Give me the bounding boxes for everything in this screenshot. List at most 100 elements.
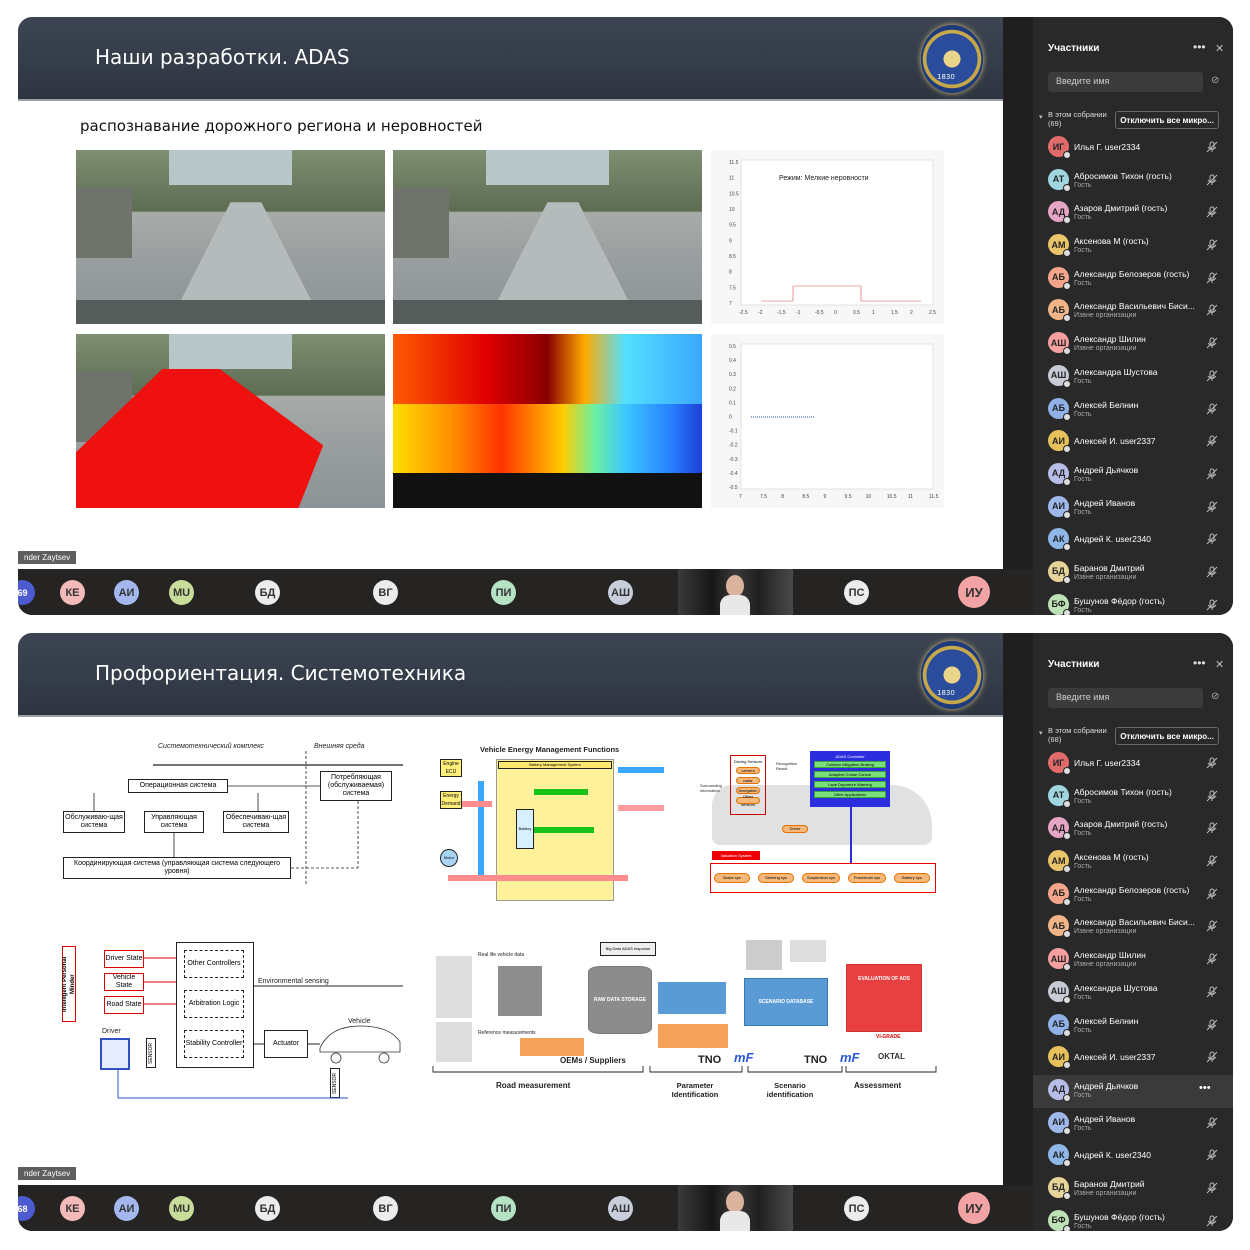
mic-off-icon[interactable] — [1205, 140, 1219, 154]
bar-avatar[interactable]: АИ — [114, 1196, 139, 1221]
share-link-icon[interactable]: ⊘ — [1211, 691, 1219, 702]
bar-avatar[interactable]: ПИ — [491, 580, 516, 605]
participant-item[interactable]: БД Баранов Дмитрий Извне организации — [1033, 1173, 1233, 1206]
mic-off-icon[interactable] — [1205, 173, 1219, 187]
mic-off-icon[interactable] — [1205, 532, 1219, 546]
participant-item[interactable]: АТ Абросимов Тихон (гость) Гость — [1033, 781, 1233, 814]
bar-avatar[interactable]: MU — [169, 580, 194, 605]
participant-item[interactable]: АИ Андрей Иванов Гость — [1033, 1108, 1233, 1141]
participant-item[interactable]: АБ Александр Белозеров (гость) Гость — [1033, 879, 1233, 912]
participant-item[interactable]: АК Андрей К. user2340 — [1033, 524, 1233, 557]
participant-item[interactable]: АБ Алексей Белнин Гость — [1033, 394, 1233, 427]
in-meeting-label[interactable]: В этом собрании (69) — [1048, 110, 1107, 128]
participant-item[interactable]: АБ Александр Белозеров (гость) Гость — [1033, 263, 1233, 296]
more-options-icon[interactable]: ••• — [1193, 656, 1206, 670]
participant-item[interactable]: АТ Абросимов Тихон (гость) Гость — [1033, 165, 1233, 198]
mic-off-icon[interactable] — [1205, 789, 1219, 803]
participant-video[interactable] — [678, 1185, 793, 1231]
avatar: АИ — [1048, 430, 1071, 454]
participant-video[interactable] — [678, 569, 793, 615]
mic-off-icon[interactable] — [1205, 271, 1219, 285]
bar-avatar[interactable]: КЕ — [60, 1196, 85, 1221]
bar-avatar[interactable]: АШ — [608, 1196, 633, 1221]
mute-all-button[interactable]: Отключить все микро... — [1115, 727, 1219, 745]
x-tick-label: 7.5 — [760, 494, 767, 500]
mic-off-icon[interactable] — [1205, 1148, 1219, 1162]
mic-off-icon[interactable] — [1205, 985, 1219, 999]
mic-off-icon[interactable] — [1205, 467, 1219, 481]
bar-avatar[interactable]: АШ — [608, 580, 633, 605]
mic-off-icon[interactable] — [1205, 887, 1219, 901]
participant-item[interactable]: БФ Бушунов Фёдор (гость) Гость — [1033, 590, 1233, 615]
chevron-down-icon[interactable]: ▾ — [1039, 729, 1043, 737]
participant-item[interactable]: ИГ Илья Г. user2334 — [1033, 748, 1233, 781]
bar-avatar[interactable]: ИУ — [958, 576, 990, 608]
chevron-down-icon[interactable]: ▾ — [1039, 113, 1043, 121]
mic-off-icon[interactable] — [1205, 919, 1219, 933]
participant-item[interactable]: АМ Аксенова М (гость) Гость — [1033, 846, 1233, 879]
participant-count-avatar[interactable]: 69 — [18, 580, 35, 605]
avatar: АБ — [1048, 882, 1071, 906]
bar-avatar[interactable]: ПС — [844, 580, 869, 605]
more-options-icon[interactable]: ••• — [1199, 1082, 1211, 1094]
bar-avatar[interactable]: ВГ — [373, 1196, 398, 1221]
bar-avatar[interactable]: БД — [255, 1196, 280, 1221]
participant-item[interactable]: БФ Бушунов Фёдор (гость) Гость — [1033, 1206, 1233, 1231]
mic-off-icon[interactable] — [1205, 1181, 1219, 1195]
participant-item[interactable]: АК Андрей К. user2340 — [1033, 1140, 1233, 1173]
mic-off-icon[interactable] — [1205, 369, 1219, 383]
participant-count-avatar[interactable]: 68 — [18, 1196, 35, 1221]
participant-item[interactable]: АД Азаров Дмитрий (гость) Гость — [1033, 813, 1233, 846]
in-meeting-label[interactable]: В этом собрании (68) — [1048, 726, 1107, 744]
bar-avatar[interactable]: ВГ — [373, 580, 398, 605]
mic-off-icon[interactable] — [1205, 238, 1219, 252]
participant-item[interactable]: АШ Александра Шустова Гость — [1033, 361, 1233, 394]
participant-item[interactable]: АД Андрей Дьячков Гость ••• — [1033, 1074, 1233, 1108]
mic-off-icon[interactable] — [1205, 500, 1219, 514]
bar-avatar[interactable]: ИУ — [958, 1192, 990, 1224]
mic-off-icon[interactable] — [1205, 336, 1219, 350]
participant-item[interactable]: ИГ Илья Г. user2334 — [1033, 132, 1233, 165]
participant-item[interactable]: АШ Александра Шустова Гость — [1033, 977, 1233, 1010]
participant-item[interactable]: АШ Александр Шилин Извне организации — [1033, 944, 1233, 977]
mic-off-icon[interactable] — [1205, 952, 1219, 966]
participant-item[interactable]: АШ Александр Шилин Извне организации — [1033, 328, 1233, 361]
participant-item[interactable]: АИ Андрей Иванов Гость — [1033, 492, 1233, 525]
bar-avatar[interactable]: АИ — [114, 580, 139, 605]
mic-off-icon[interactable] — [1205, 854, 1219, 868]
close-icon[interactable]: ✕ — [1215, 658, 1224, 671]
participant-item[interactable]: АД Андрей Дьячков Гость — [1033, 459, 1233, 492]
mic-off-icon[interactable] — [1205, 565, 1219, 579]
bar-avatar[interactable]: КЕ — [60, 580, 85, 605]
participant-item[interactable]: АМ Аксенова М (гость) Гость — [1033, 230, 1233, 263]
mic-off-icon[interactable] — [1205, 434, 1219, 448]
bar-avatar[interactable]: ПС — [844, 1196, 869, 1221]
mic-off-icon[interactable] — [1205, 205, 1219, 219]
participant-item[interactable]: АБ Алексей Белнин Гость — [1033, 1010, 1233, 1043]
bar-avatar[interactable]: БД — [255, 580, 280, 605]
share-link-icon[interactable]: ⊘ — [1211, 75, 1219, 86]
mic-off-icon[interactable] — [1205, 402, 1219, 416]
mic-off-icon[interactable] — [1205, 1214, 1219, 1228]
participant-item[interactable]: АБ Александр Васильевич Биси... Извне орга… — [1033, 295, 1233, 328]
more-options-icon[interactable]: ••• — [1193, 40, 1206, 54]
participant-item[interactable]: АД Азаров Дмитрий (гость) Гость — [1033, 197, 1233, 230]
mic-off-icon[interactable] — [1205, 821, 1219, 835]
participant-item[interactable]: АИ Алексей И. user2337 — [1033, 426, 1233, 459]
mic-off-icon[interactable] — [1205, 756, 1219, 770]
mute-all-button[interactable]: Отключить все микро... — [1115, 111, 1219, 129]
mic-off-icon[interactable] — [1205, 598, 1219, 612]
bar-avatar[interactable]: MU — [169, 1196, 194, 1221]
search-input[interactable]: Введите имя — [1048, 688, 1203, 708]
mic-off-icon[interactable] — [1205, 1050, 1219, 1064]
mic-off-icon[interactable] — [1205, 1018, 1219, 1032]
participant-item[interactable]: АБ Александр Васильевич Биси... Извне орга… — [1033, 911, 1233, 944]
search-input[interactable]: Введите имя — [1048, 72, 1203, 92]
close-icon[interactable]: ✕ — [1215, 42, 1224, 55]
mic-off-icon[interactable] — [1205, 1116, 1219, 1130]
participant-item[interactable]: АИ Алексей И. user2337 — [1033, 1042, 1233, 1075]
participant-item[interactable]: БД Баранов Дмитрий Извне организации — [1033, 557, 1233, 590]
mic-off-icon[interactable] — [1205, 303, 1219, 317]
y-tick-label: -0.1 — [729, 429, 738, 435]
bar-avatar[interactable]: ПИ — [491, 1196, 516, 1221]
